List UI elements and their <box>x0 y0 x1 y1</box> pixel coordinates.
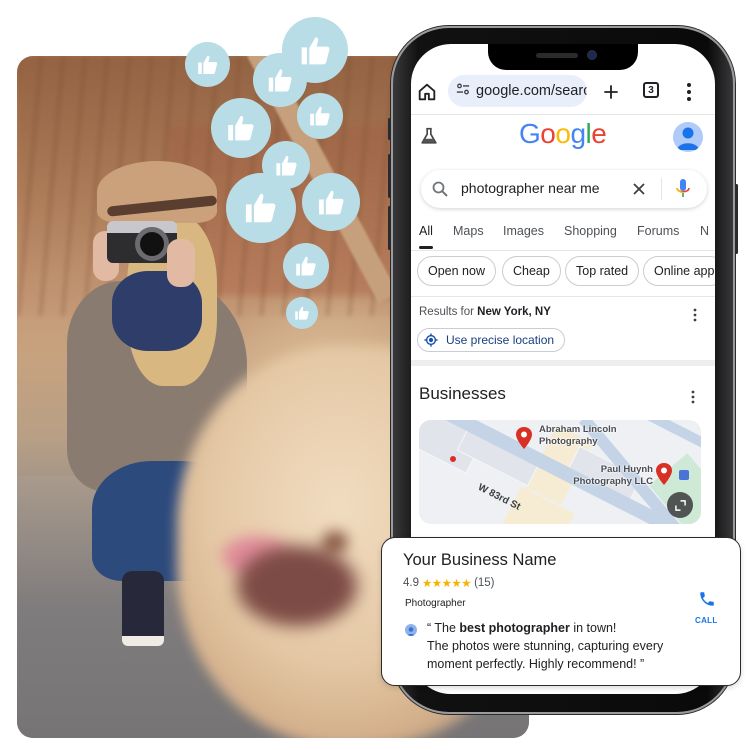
address-bar[interactable]: google.com/searc <box>448 75 587 107</box>
tab-shopping[interactable]: Shopping <box>564 224 617 238</box>
microphone-icon[interactable] <box>675 178 691 200</box>
rating-value: 4.9 <box>403 577 419 589</box>
businesses-more-icon[interactable] <box>691 390 695 404</box>
search-icon <box>431 180 449 198</box>
phone-button-power <box>735 184 738 254</box>
search-box-separator <box>661 178 662 200</box>
business-listing-card[interactable]: Your Business Name 4.9 ★★★★★ (15) Photog… <box>381 537 741 686</box>
thumbs-up-icon <box>253 53 307 107</box>
reviewer-avatar-icon <box>405 624 417 636</box>
thumbs-up-icon <box>283 243 329 289</box>
phone-button-volume-down <box>388 206 391 250</box>
thumbs-up-icon <box>286 297 318 329</box>
search-labs-icon[interactable] <box>419 126 441 148</box>
phone-call-icon[interactable] <box>698 590 714 606</box>
thumbs-up-icon <box>302 173 360 231</box>
toolbar-divider <box>411 114 715 115</box>
chip-open-now[interactable]: Open now <box>417 256 496 286</box>
tab-count: 3 <box>648 84 654 96</box>
clear-icon[interactable] <box>629 179 649 199</box>
active-tab-indicator <box>419 246 433 249</box>
businesses-heading: Businesses <box>419 384 506 403</box>
phone-button-volume-up <box>388 154 391 198</box>
tab-switcher-button[interactable]: 3 <box>643 82 659 98</box>
thumbs-up-icon <box>297 93 343 139</box>
search-tabs: All Maps Images Shopping Forums N <box>411 218 715 250</box>
site-settings-icon[interactable] <box>456 82 470 101</box>
tab-maps[interactable]: Maps <box>453 224 484 238</box>
more-vert-icon[interactable] <box>685 81 693 103</box>
google-logo-letter: o <box>555 118 571 149</box>
tabs-divider <box>411 250 715 251</box>
business-name[interactable]: Your Business Name <box>403 551 556 570</box>
results-location: Results for New York, NY <box>419 306 551 318</box>
map-pin-abraham-lincoln[interactable] <box>515 426 533 450</box>
tab-all[interactable]: All <box>419 224 433 238</box>
google-logo[interactable]: Google <box>519 118 607 150</box>
tab-images[interactable]: Images <box>503 224 544 238</box>
phone-notch <box>488 44 638 70</box>
transit-station-icon <box>679 470 689 480</box>
call-button-label[interactable]: CALL <box>695 616 718 625</box>
map-pin-paul-huynh[interactable] <box>655 462 673 486</box>
thumbs-up-icon <box>226 173 296 243</box>
thumbs-up-icon <box>211 98 271 158</box>
tab-news[interactable]: N <box>700 224 709 238</box>
location-more-icon[interactable] <box>693 308 697 322</box>
search-box[interactable]: photographer near me <box>421 170 707 208</box>
home-icon[interactable] <box>415 80 439 104</box>
chip-cheap[interactable]: Cheap <box>502 256 561 286</box>
search-query[interactable]: photographer near me <box>461 180 600 196</box>
google-logo-letter: e <box>591 118 607 149</box>
map-label-abraham-lincoln: Abraham Lincoln Photography <box>539 424 617 447</box>
google-logo-letter: g <box>570 118 586 149</box>
review-snippet: “ The best photographer in town! The pho… <box>427 621 664 671</box>
url-text: google.com/searc <box>476 83 587 99</box>
expand-map-button[interactable] <box>667 492 693 518</box>
expand-icon <box>674 499 686 511</box>
map-location-dot <box>450 456 456 462</box>
chip-top-rated[interactable]: Top rated <box>565 256 640 286</box>
rating-row: 4.9 ★★★★★ (15) <box>403 576 495 590</box>
section-separator <box>411 360 715 366</box>
tab-forums[interactable]: Forums <box>637 224 679 238</box>
star-rating-icon: ★★★★★ <box>422 578 472 590</box>
account-avatar[interactable] <box>673 122 703 152</box>
browser-toolbar: google.com/searc 3 <box>411 72 715 112</box>
precise-location-label: Use precise location <box>446 333 555 347</box>
businesses-map[interactable]: Abraham Lincoln Photography Paul Huynh P… <box>419 420 701 524</box>
review-highlight: best photographer <box>459 621 570 635</box>
google-logo-letter: G <box>519 118 541 149</box>
thumbs-up-icon <box>185 42 230 87</box>
business-category: Photographer <box>405 598 466 609</box>
chips-divider <box>411 296 715 297</box>
google-logo-letter: o <box>540 118 556 149</box>
review-count[interactable]: (15) <box>474 577 494 589</box>
location-target-icon <box>424 333 438 347</box>
map-label-paul-huynh: Paul Huynh Photography LLC <box>573 464 653 487</box>
new-tab-icon[interactable] <box>599 80 623 104</box>
location-name: New York, NY <box>477 306 551 318</box>
chip-online-appointments[interactable]: Online app <box>643 256 715 286</box>
phone-button-action <box>388 118 391 140</box>
use-precise-location-button[interactable]: Use precise location <box>417 328 566 352</box>
